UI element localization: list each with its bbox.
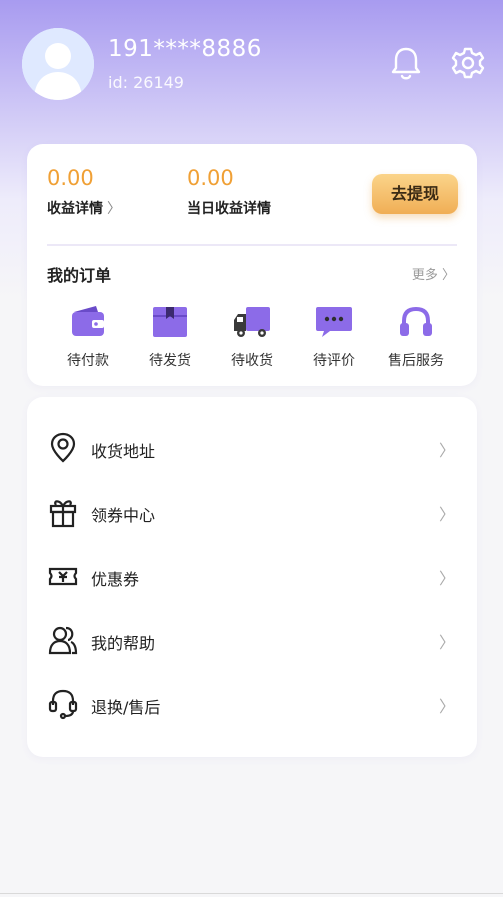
user-phone: 191****8886 [108,36,262,62]
order-item-pending-payment[interactable]: 待付款 [47,304,129,370]
menu-item-help[interactable]: 我的帮助 〉 [27,608,477,672]
order-status-row: 待付款 待发货 待收货 待评价 售后服务 [27,304,477,374]
total-earnings[interactable]: 0.00 收益详情〉 [47,166,121,218]
order-item-label: 待收货 [231,353,273,369]
avatar[interactable] [22,28,94,100]
orders-title: 我的订单 [47,266,112,285]
menu-item-returns[interactable]: 退换/售后 〉 [27,672,477,736]
order-item-after-sales[interactable]: 售后服务 [375,304,457,370]
menu-item-label: 收货地址 [91,442,156,461]
chevron-right-icon: 〉 [107,201,121,217]
box-icon [153,307,187,337]
gift-icon [49,500,77,528]
menu-item-coupons[interactable]: 优惠券 〉 [27,544,477,608]
earnings-orders-card: 0.00 收益详情〉 0.00 当日收益详情 去提现 我的订单 更多 〉 待付款… [27,144,477,386]
order-item-label: 待付款 [67,353,109,369]
total-earnings-amount: 0.00 [47,166,94,190]
more-orders-link[interactable]: 更多 〉 [412,264,455,283]
menu-item-coupon-center[interactable]: 领券中心 〉 [27,480,477,544]
withdraw-button[interactable]: 去提现 [372,174,458,214]
order-item-pending-receipt[interactable]: 待收货 [211,304,293,370]
order-item-label: 待评价 [313,353,355,369]
headset-icon [48,689,78,720]
chevron-right-icon: 〉 [438,569,455,588]
order-item-label: 售后服务 [388,353,444,369]
today-earnings-label: 当日收益详情 [187,201,271,217]
wallet-icon [72,306,104,336]
menu-item-address[interactable]: 收货地址 〉 [27,416,477,480]
order-item-pending-shipment[interactable]: 待发货 [129,304,211,370]
menu-item-label: 退换/售后 [91,698,161,717]
today-earnings-amount: 0.00 [187,166,234,190]
users-icon [48,626,78,655]
truck-icon [234,307,270,337]
order-item-label: 待发货 [149,353,191,369]
menu-item-label: 优惠券 [91,570,140,589]
today-earnings[interactable]: 0.00 当日收益详情 [187,166,271,218]
user-id: id: 26149 [108,73,184,92]
bell-icon[interactable] [389,44,423,82]
profile-header: 191****8886 id: 26149 [0,0,503,130]
order-item-pending-review[interactable]: 待评价 [293,304,375,370]
total-earnings-label: 收益详情〉 [47,201,121,217]
chevron-right-icon: 〉 [438,441,455,460]
menu-card: 收货地址 〉 领券中心 〉 优惠券 〉 我的帮助 〉 退换/售后 〉 [27,397,477,757]
divider [47,244,457,246]
menu-item-label: 我的帮助 [91,634,156,653]
chevron-right-icon: 〉 [438,697,455,716]
bottom-divider [0,893,503,894]
menu-item-label: 领券中心 [91,506,156,525]
chat-icon [316,307,352,337]
coupon-icon [48,567,78,586]
headphones-icon [400,306,432,336]
location-pin-icon [50,432,76,463]
gear-icon[interactable] [451,44,485,82]
chevron-right-icon: 〉 [438,633,455,652]
chevron-right-icon: 〉 [438,505,455,524]
